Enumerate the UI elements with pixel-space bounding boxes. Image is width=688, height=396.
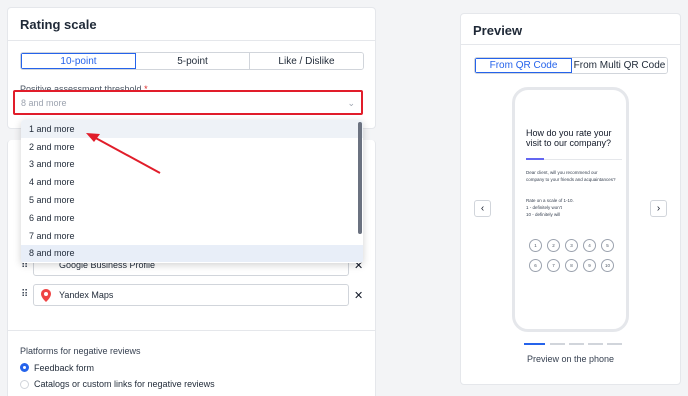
radio-feedback-form[interactable]: [20, 363, 29, 372]
radio-catalogs[interactable]: [20, 380, 29, 389]
dropdown-option[interactable]: 8 and more: [21, 244, 363, 263]
radio-catalogs-label: Catalogs or custom links for negative re…: [34, 379, 215, 389]
next-slide-button[interactable]: ›: [650, 200, 667, 217]
platform-row-yandex[interactable]: Yandex Maps: [33, 284, 349, 306]
rating-number-7[interactable]: 7: [547, 259, 560, 272]
threshold-select[interactable]: 8 and more ⌄: [13, 90, 363, 115]
drag-handle-icon[interactable]: ⠿: [21, 289, 28, 300]
dropdown-option[interactable]: 2 and more: [21, 138, 363, 156]
rating-scale-title: Rating scale: [20, 17, 97, 32]
preview-card: Preview From QR Code From Multi QR Code …: [460, 13, 681, 385]
rating-number-4[interactable]: 4: [583, 239, 596, 252]
tab-from-multi-qr-code[interactable]: From Multi QR Code: [572, 58, 667, 73]
rating-number-10[interactable]: 10: [601, 259, 614, 272]
rating-number-2[interactable]: 2: [547, 239, 560, 252]
radio-feedback-form-label: Feedback form: [34, 363, 95, 373]
rating-number-5[interactable]: 5: [601, 239, 614, 252]
phone-body-text: 10 - definitely will: [526, 212, 561, 217]
slide-dot[interactable]: [588, 343, 603, 345]
preview-title: Preview: [473, 23, 523, 38]
negative-platforms-title: Platforms for negative reviews: [20, 346, 141, 356]
rating-number-9[interactable]: 9: [583, 259, 596, 272]
phone-body-text: 1 - definitely won't: [526, 205, 562, 210]
slide-dot-active[interactable]: [524, 343, 545, 345]
threshold-select-value: 8 and more: [21, 97, 67, 108]
phone-mockup: How do you rate your visit to our compan…: [512, 87, 629, 332]
dropdown-scrollbar[interactable]: [358, 122, 362, 234]
phone-body-text: Dear client, will you recommend our comp…: [526, 170, 616, 182]
remove-yandex-icon[interactable]: ✕: [354, 289, 363, 302]
platform-name: Yandex Maps: [59, 290, 114, 300]
tab-like-dislike[interactable]: Like / Dislike: [250, 53, 363, 69]
divider: [461, 44, 680, 45]
phone-progress-track: [544, 159, 622, 160]
preview-caption: Preview on the phone: [526, 354, 615, 364]
rating-number-8[interactable]: 8: [565, 259, 578, 272]
slide-dot[interactable]: [607, 343, 622, 345]
dropdown-option[interactable]: 7 and more: [21, 227, 363, 245]
slide-dot[interactable]: [550, 343, 565, 345]
tab-from-qr-code[interactable]: From QR Code: [475, 58, 572, 73]
chevron-down-icon: ⌄: [347, 98, 355, 108]
threshold-dropdown: 1 and more 2 and more 3 and more 4 and m…: [21, 120, 363, 263]
dropdown-option[interactable]: 1 and more: [21, 120, 363, 138]
annotation-arrow-icon: [86, 133, 161, 174]
tab-10-point[interactable]: 10-point: [21, 53, 136, 69]
preview-source-tabs: From QR Code From Multi QR Code: [474, 57, 668, 74]
rating-number-3[interactable]: 3: [565, 239, 578, 252]
divider: [8, 330, 375, 331]
phone-progress: [526, 158, 544, 160]
phone-body-text: Rate on a scale of 1-10.: [526, 198, 574, 203]
rating-number-1[interactable]: 1: [529, 239, 542, 252]
dropdown-option[interactable]: 3 and more: [21, 156, 363, 174]
map-pin-icon: [41, 289, 51, 302]
slide-dot[interactable]: [569, 343, 584, 345]
phone-question: How do you rate your visit to our compan…: [526, 128, 612, 148]
tab-5-point[interactable]: 5-point: [136, 53, 250, 69]
scale-segmented-control: 10-point 5-point Like / Dislike: [20, 52, 364, 70]
rating-number-6[interactable]: 6: [529, 259, 542, 272]
prev-slide-button[interactable]: ‹: [474, 200, 491, 217]
dropdown-option[interactable]: 6 and more: [21, 209, 363, 227]
dropdown-option[interactable]: 4 and more: [21, 173, 363, 191]
dropdown-option[interactable]: 5 and more: [21, 191, 363, 209]
divider: [8, 40, 375, 41]
